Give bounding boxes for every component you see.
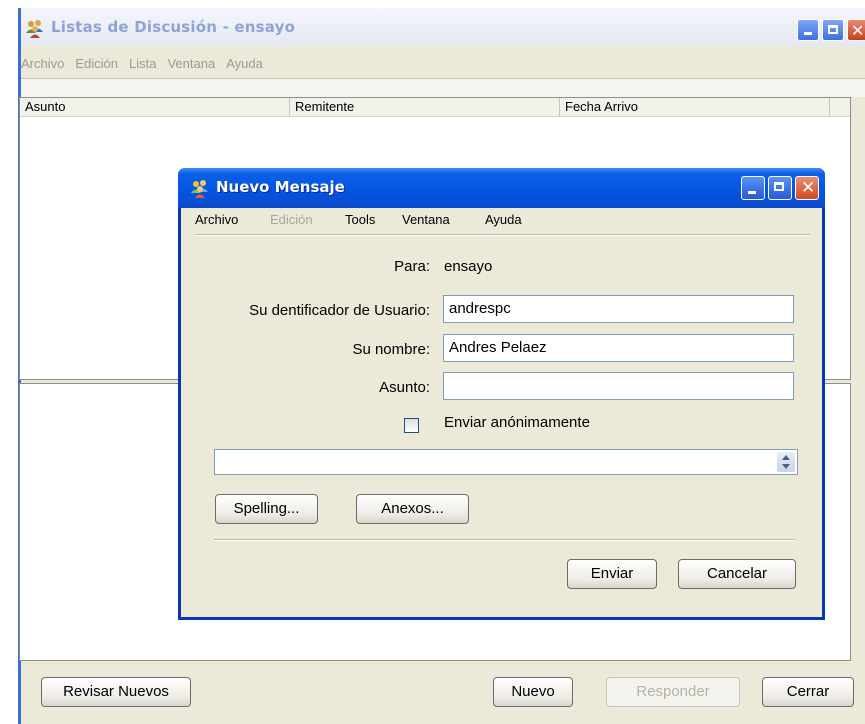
dialog-title: Nuevo Mensaje <box>216 178 345 196</box>
maximize-button[interactable] <box>822 19 844 41</box>
spinner-icon[interactable] <box>777 452 795 472</box>
name-input[interactable]: Andres Pelaez <box>443 334 794 362</box>
minimize-icon <box>804 32 812 35</box>
anonymous-label[interactable]: Enviar anónimamente <box>444 414 590 431</box>
dialog-close-button[interactable]: ✕ <box>795 176 819 200</box>
menu-ventana[interactable]: Ventana <box>167 56 226 76</box>
dialog-maximize-button[interactable] <box>768 176 792 200</box>
menu-ayuda[interactable]: Ayuda <box>226 56 274 76</box>
maximize-icon <box>774 182 784 191</box>
column-header-asunto[interactable]: Asunto <box>20 98 290 116</box>
user-id-input[interactable]: andrespc <box>443 295 794 323</box>
main-titlebar[interactable]: Listas de Discusión - ensayo ✕ <box>21 8 865 46</box>
menu-edicion[interactable]: Edición <box>75 56 129 76</box>
subject-input[interactable] <box>443 372 794 400</box>
table-header-row: Asunto Remitente Fecha Arrivo <box>20 98 850 117</box>
responder-button[interactable]: Responder <box>606 677 740 707</box>
group-users-icon <box>26 20 43 38</box>
main-menubar: Archivo Edición Lista Ventana Ayuda <box>21 56 274 76</box>
close-icon: ✕ <box>851 21 865 40</box>
dialog-titlebar[interactable]: Nuevo Mensaje ✕ <box>178 168 825 208</box>
para-value: ensayo <box>444 258 493 275</box>
main-window-controls: ✕ <box>797 19 865 41</box>
arrow-down-icon <box>782 464 790 469</box>
revisar-nuevos-button[interactable]: Revisar Nuevos <box>41 677 191 707</box>
cancelar-button[interactable]: Cancelar <box>678 559 796 589</box>
main-window-title: Listas de Discusión - ensayo <box>51 18 296 36</box>
dialog-menu-edicion[interactable]: Edición <box>270 212 313 227</box>
close-icon: ✕ <box>801 178 816 198</box>
toolbar-strip <box>21 78 865 97</box>
dialog-menu-archivo[interactable]: Archivo <box>195 212 238 227</box>
nuevo-button[interactable]: Nuevo <box>493 677 573 707</box>
dialog-menu-ayuda[interactable]: Ayuda <box>485 212 522 227</box>
anonymous-checkbox[interactable] <box>404 418 419 433</box>
user-id-label: Su dentificador de Usuario: <box>249 302 430 319</box>
attachments-field[interactable] <box>214 449 798 475</box>
spelling-button[interactable]: Spelling... <box>215 494 318 524</box>
dialog-minimize-button[interactable] <box>741 176 765 200</box>
anexos-button[interactable]: Anexos... <box>356 494 469 524</box>
close-button[interactable]: ✕ <box>847 19 865 41</box>
dialog-button-separator <box>214 539 795 541</box>
menu-lista[interactable]: Lista <box>129 56 167 76</box>
menu-archivo[interactable]: Archivo <box>21 56 75 76</box>
name-label: Su nombre: <box>352 341 430 358</box>
dialog-menu-tools[interactable]: Tools <box>345 212 375 227</box>
minimize-button[interactable] <box>797 19 819 41</box>
dialog-menu-separator <box>195 234 810 236</box>
enviar-button[interactable]: Enviar <box>567 559 657 589</box>
cerrar-button[interactable]: Cerrar <box>762 677 854 707</box>
maximize-icon <box>828 25 838 34</box>
arrow-up-icon <box>782 455 790 460</box>
minimize-icon <box>748 191 756 194</box>
para-label: Para: <box>394 258 430 275</box>
dialog-window-controls: ✕ <box>741 176 819 200</box>
subject-label: Asunto: <box>379 379 430 396</box>
column-header-remitente[interactable]: Remitente <box>290 98 560 116</box>
dialog-menu-ventana[interactable]: Ventana <box>402 212 450 227</box>
group-users-icon <box>191 180 208 198</box>
nuevo-mensaje-dialog: Nuevo Mensaje ✕ Archivo Edición Tools Ve… <box>178 168 825 620</box>
column-header-fecha[interactable]: Fecha Arrivo <box>560 98 830 116</box>
